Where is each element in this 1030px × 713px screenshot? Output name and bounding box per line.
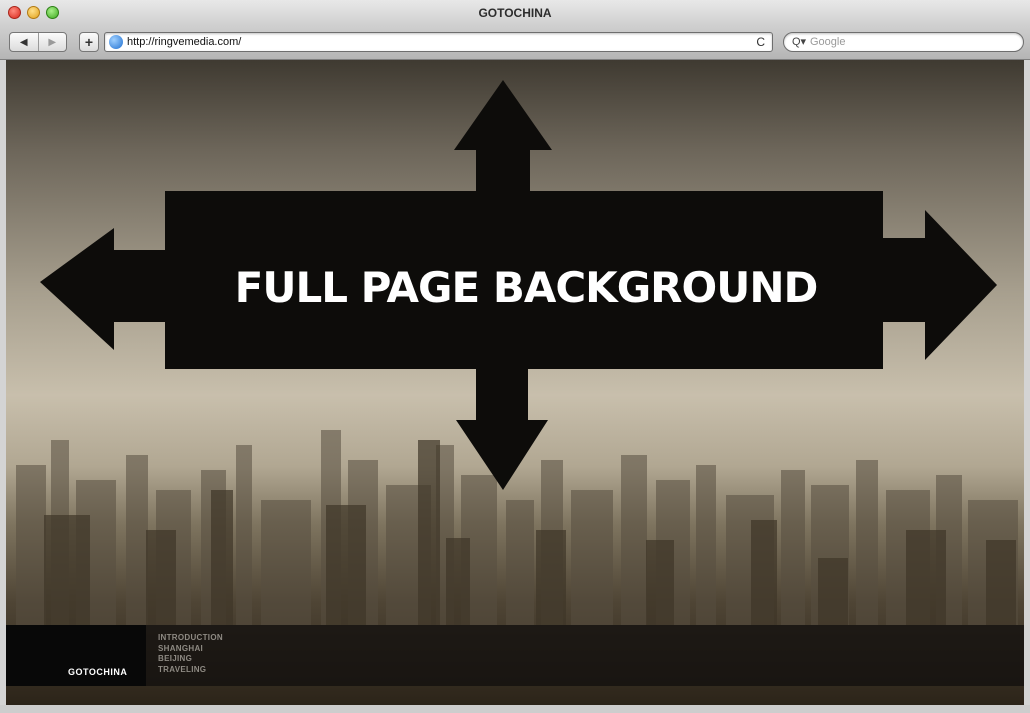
nav-item-traveling[interactable]: TRAVELING — [158, 665, 223, 676]
search-icon[interactable]: Q▾ — [792, 35, 806, 48]
reload-icon[interactable]: C — [756, 35, 765, 49]
page-viewport: FULL PAGE BACKGROUND GOTOCHINA INTRODUCT… — [6, 60, 1024, 705]
logo-box: GOTOCHINA — [6, 625, 146, 686]
four-way-arrow-graphic — [40, 80, 997, 490]
status-bar — [0, 705, 1030, 713]
nav-item-beijing[interactable]: BEIJING — [158, 654, 223, 665]
address-bar[interactable]: http://ringvemedia.com/ C — [104, 32, 773, 52]
url-text[interactable]: http://ringvemedia.com/ — [127, 36, 241, 48]
browser-toolbar: ◀ ▶ + http://ringvemedia.com/ C Q▾ — [0, 26, 1030, 60]
search-input[interactable] — [810, 35, 1015, 49]
hero-headline: FULL PAGE BACKGROUND — [234, 263, 819, 312]
nav-button-group: ◀ ▶ — [9, 32, 67, 52]
globe-icon — [109, 35, 123, 49]
title-bar: GOTOCHINA — [0, 0, 1030, 26]
site-footer-bar: GOTOCHINA INTRODUCTION SHANGHAI BEIJING … — [6, 625, 1024, 686]
nav-item-shanghai[interactable]: SHANGHAI — [158, 644, 223, 655]
browser-window: GOTOCHINA ◀ ▶ + http://ringvemedia.com/ … — [0, 0, 1030, 713]
window-title: GOTOCHINA — [478, 6, 552, 20]
site-logo[interactable]: GOTOCHINA — [68, 667, 127, 677]
back-button[interactable]: ◀ — [10, 33, 38, 51]
nav-item-introduction[interactable]: INTRODUCTION — [158, 633, 223, 644]
forward-button[interactable]: ▶ — [37, 33, 67, 51]
site-nav-menu: INTRODUCTION SHANGHAI BEIJING TRAVELING — [158, 633, 223, 675]
add-bookmark-button[interactable]: + — [79, 32, 99, 52]
search-field[interactable]: Q▾ — [783, 32, 1024, 52]
